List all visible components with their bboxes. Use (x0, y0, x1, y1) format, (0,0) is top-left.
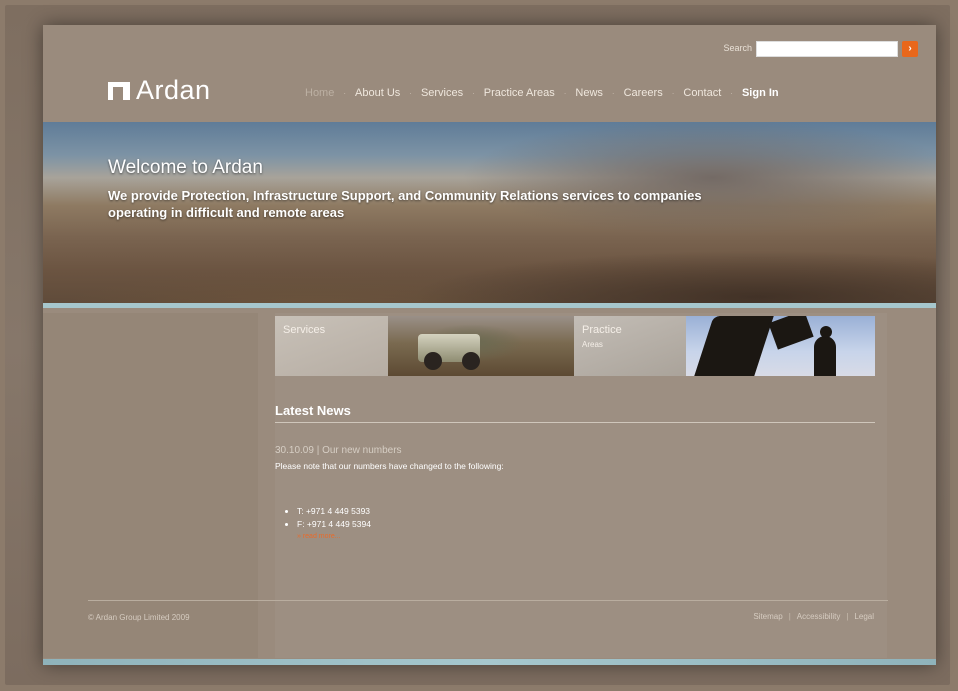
promo-practice-image[interactable] (686, 316, 875, 376)
sign-in-link[interactable]: Sign In (733, 87, 788, 99)
nav-item-practice-areas[interactable]: Practice Areas (475, 87, 564, 99)
footer-links: Sitemap | Accessibility | Legal (753, 612, 874, 621)
promo-services[interactable]: Services (275, 316, 388, 376)
promo-practice-label: Practice (582, 324, 622, 336)
silhouette-shape (814, 336, 836, 376)
nav-item-careers[interactable]: Careers (615, 87, 672, 99)
footer-divider (88, 600, 888, 601)
search-input[interactable] (756, 41, 898, 57)
hero-divider (43, 303, 936, 308)
nav-item-news[interactable]: News (566, 87, 612, 99)
page-bottom-strip (43, 659, 936, 665)
promo-strip: Services Practice Areas (275, 316, 875, 376)
silhouette-shape (820, 326, 832, 338)
footer-link-legal[interactable]: Legal (854, 612, 874, 621)
search-submit-button[interactable]: › (902, 41, 918, 57)
nav-item-about[interactable]: About Us (346, 87, 409, 99)
silhouette-shape (768, 316, 814, 350)
hero-subtitle: We provide Protection, Infrastructure Su… (108, 188, 702, 220)
footer-link-sitemap[interactable]: Sitemap (753, 612, 782, 621)
news-item-list: T: +971 4 449 5393 F: +971 4 449 5394 (287, 505, 371, 531)
silhouette-shape (694, 316, 774, 376)
main-nav: Home · About Us · Services · Practice Ar… (296, 87, 788, 99)
promo-services-image[interactable] (388, 316, 574, 376)
promo-practice-sublabel: Areas (582, 340, 603, 349)
nav-item-home[interactable]: Home (296, 87, 343, 99)
list-item: T: +971 4 449 5393 (297, 505, 371, 518)
footer-link-accessibility[interactable]: Accessibility (797, 612, 841, 621)
web-page: Search › Ardan Home · About Us · Service… (43, 25, 936, 665)
promo-practice-areas[interactable]: Practice Areas (574, 316, 686, 376)
arrow-right-icon: › (908, 43, 912, 54)
hero-title: Welcome to Ardan (108, 157, 263, 178)
logo-mark-icon (108, 81, 130, 100)
left-column (43, 313, 258, 658)
logo-text: Ardan (136, 75, 211, 105)
list-item: F: +971 4 449 5394 (297, 518, 371, 531)
site-logo[interactable]: Ardan (108, 75, 211, 106)
main-content: Services Practice Areas Latest News 30.1… (275, 313, 887, 658)
news-item-title[interactable]: 30.10.09 | Our new numbers (275, 445, 402, 456)
footer-separator: | (846, 612, 849, 621)
nav-item-services[interactable]: Services (412, 87, 472, 99)
wheel-shape (462, 352, 480, 370)
news-divider (275, 422, 875, 423)
footer-copyright: © Ardan Group Limited 2009 (88, 613, 190, 622)
latest-news-heading: Latest News (275, 403, 351, 418)
news-item-body: Please note that our numbers have change… (275, 461, 504, 471)
hero-banner: Welcome to Ardan We provide Protection, … (43, 122, 936, 308)
nav-item-contact[interactable]: Contact (674, 87, 730, 99)
promo-services-label: Services (283, 324, 326, 336)
read-more-link[interactable]: » read more... (297, 533, 341, 540)
footer-separator: | (788, 612, 791, 621)
search-label: Search (723, 43, 752, 53)
wheel-shape (424, 352, 442, 370)
